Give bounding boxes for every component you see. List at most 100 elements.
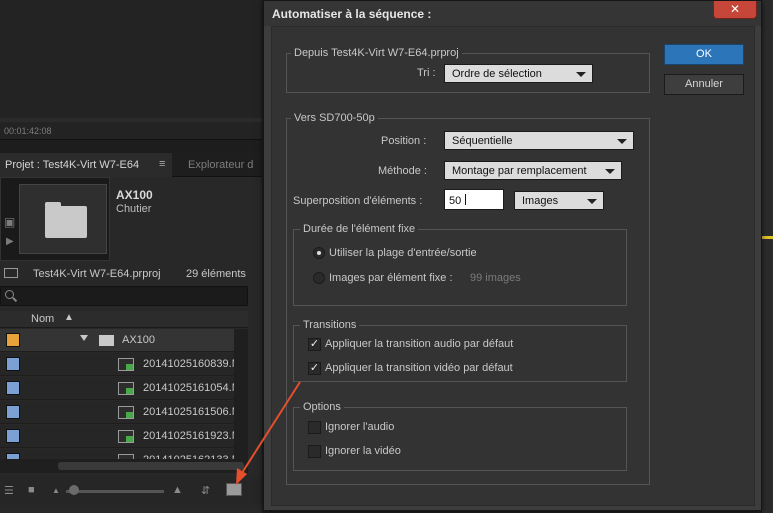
ignore-audio-label[interactable]: Ignorer l'audio (325, 421, 394, 433)
tab-project[interactable]: Projet : Test4K-Virt W7-E64 (0, 153, 172, 177)
horizontal-scrollbar[interactable] (0, 459, 248, 473)
frames-per-still-value[interactable]: 99 images (470, 272, 521, 284)
timeline-selection-marker (762, 236, 773, 239)
still-duration-legend: Durée de l'élément fixe (300, 223, 419, 235)
transitions-legend: Transitions (300, 319, 360, 331)
from-group: Depuis Test4K-Virt W7-E64.prproj Tri : O… (286, 47, 650, 93)
folder-label: AX100 (122, 334, 156, 346)
frames-per-still-label[interactable]: Images par élément fixe : (329, 272, 453, 284)
frames-per-still-radio[interactable] (313, 272, 325, 284)
automate-to-sequence-dialog: Automatiser à la séquence : ✕ Depuis Tes… (263, 0, 762, 511)
position-dropdown[interactable]: Séquentielle (444, 131, 634, 150)
list-item[interactable]: 20141025161506.M (0, 401, 248, 424)
item-count: 29 éléments (186, 268, 246, 280)
clip-name: 20141025161506.M (143, 406, 238, 418)
label-color-chip[interactable] (6, 333, 20, 347)
clip-name: 20141025161923.M (143, 430, 238, 442)
method-dropdown[interactable]: Montage par remplacement (444, 161, 622, 180)
video-clip-icon (118, 430, 134, 443)
ignore-audio-checkbox[interactable] (308, 421, 321, 434)
zoom-out-icon[interactable]: ▲ (52, 486, 60, 495)
panel-menu-icon[interactable]: ≡ (159, 158, 165, 170)
list-item[interactable]: 20141025161923.M (0, 425, 248, 448)
list-item-folder[interactable]: AX100 (0, 329, 248, 352)
chevron-down-icon (617, 139, 627, 144)
play-icon[interactable]: ▶ (6, 236, 14, 247)
project-bottom-bar: ☰ ■ ▲ ▲ ⇵ (0, 477, 262, 505)
search-input[interactable] (0, 286, 248, 306)
use-inout-radio[interactable] (313, 247, 325, 259)
label-color-chip[interactable] (6, 381, 20, 395)
close-button[interactable]: ✕ (713, 1, 757, 19)
project-file-name: Test4K-Virt W7-E64.prproj (33, 268, 161, 280)
use-inout-label[interactable]: Utiliser la plage d'entrée/sortie (329, 247, 477, 259)
disclosure-triangle-icon[interactable] (80, 335, 88, 341)
video-clip-icon (118, 382, 134, 395)
zoom-slider-handle[interactable] (69, 485, 79, 495)
transitions-group: Transitions ✓ Appliquer la transition au… (293, 319, 627, 382)
tab-media-browser[interactable]: Explorateur d (188, 159, 253, 171)
to-group-legend: Vers SD700-50p (291, 112, 378, 124)
zoom-slider[interactable] (66, 490, 164, 493)
text-caret (465, 194, 467, 205)
apply-audio-transition-label[interactable]: Appliquer la transition audio par défaut (325, 338, 513, 350)
list-item[interactable]: 20141025161054.M (0, 377, 248, 400)
monitor-ruler[interactable] (0, 118, 262, 122)
chevron-down-icon (587, 199, 597, 204)
label-color-chip[interactable] (6, 357, 20, 371)
vertical-scrollbar[interactable] (234, 329, 248, 459)
list-header: Nom ▲ (0, 311, 248, 328)
video-clip-icon (118, 358, 134, 371)
list-view-icon[interactable]: ☰ (4, 484, 14, 497)
list-item[interactable]: 20141025160839.M (0, 353, 248, 376)
dialog-titlebar[interactable]: Automatiser à la séquence : ✕ (264, 1, 761, 26)
apply-audio-transition-checkbox[interactable]: ✓ (308, 338, 321, 351)
chevron-down-icon (605, 169, 615, 174)
bin-type: Chutier (116, 203, 152, 215)
cancel-button[interactable]: Annuler (664, 74, 744, 95)
ignore-video-label[interactable]: Ignorer la vidéo (325, 445, 401, 457)
overlap-value: 50 (449, 195, 462, 207)
tab-project-label: Projet : Test4K-Virt W7-E64 (5, 159, 140, 171)
order-dropdown[interactable]: Ordre de sélection (444, 64, 593, 83)
order-label: Tri : (417, 67, 436, 79)
camera-icon[interactable]: ▣ (4, 215, 15, 229)
sort-ascending-icon[interactable]: ▲ (64, 312, 74, 323)
project-folder-icon[interactable] (4, 268, 18, 278)
options-legend: Options (300, 401, 344, 413)
method-value: Montage par remplacement (452, 165, 587, 177)
video-clip-icon (118, 406, 134, 419)
folder-icon (45, 202, 87, 238)
label-color-chip[interactable] (6, 429, 20, 443)
overlap-label: Superposition d'éléments : (293, 195, 423, 207)
ignore-video-checkbox[interactable] (308, 445, 321, 458)
automate-to-sequence-icon[interactable] (226, 483, 242, 496)
sort-icons-icon[interactable]: ⇵ (201, 484, 210, 497)
project-tab-bar: Projet : Test4K-Virt W7-E64 ≡ Explorateu… (0, 153, 262, 177)
position-label: Position : (381, 135, 427, 147)
clip-name: 20141025161054.M (143, 382, 238, 394)
icon-view-icon[interactable]: ■ (28, 484, 35, 496)
apply-video-transition-checkbox[interactable]: ✓ (308, 362, 321, 375)
overlap-unit-value: Images (522, 195, 559, 207)
overlap-unit-dropdown[interactable]: Images (514, 191, 604, 210)
apply-video-transition-label[interactable]: Appliquer la transition vidéo par défaut (325, 362, 513, 374)
still-duration-group: Durée de l'élément fixe Utiliser la plag… (293, 223, 627, 306)
checkmark-icon: ✓ (309, 362, 320, 374)
timecode: 00:01:42:08 (4, 126, 52, 136)
close-icon: ✕ (729, 2, 741, 16)
zoom-in-icon[interactable]: ▲ (172, 484, 183, 496)
bin-thumbnail: ▣ ▶ (0, 177, 110, 261)
timeline-edge (762, 0, 773, 513)
project-panel: ▣ ▶ AX100 Chutier Test4K-Virt W7-E64.prp… (0, 177, 262, 513)
dialog-content: Depuis Test4K-Virt W7-E64.prproj Tri : O… (271, 26, 755, 506)
label-color-chip[interactable] (6, 405, 20, 419)
scrollbar-thumb[interactable] (58, 462, 244, 470)
column-name[interactable]: Nom (31, 313, 54, 325)
clip-name: 20141025160839.M (143, 358, 238, 370)
overlap-input[interactable]: 50 (444, 189, 504, 210)
ok-button[interactable]: OK (664, 44, 744, 65)
source-monitor: 00:01:42:08 (0, 0, 262, 140)
position-value: Séquentielle (452, 135, 513, 147)
checkmark-icon: ✓ (309, 338, 320, 350)
